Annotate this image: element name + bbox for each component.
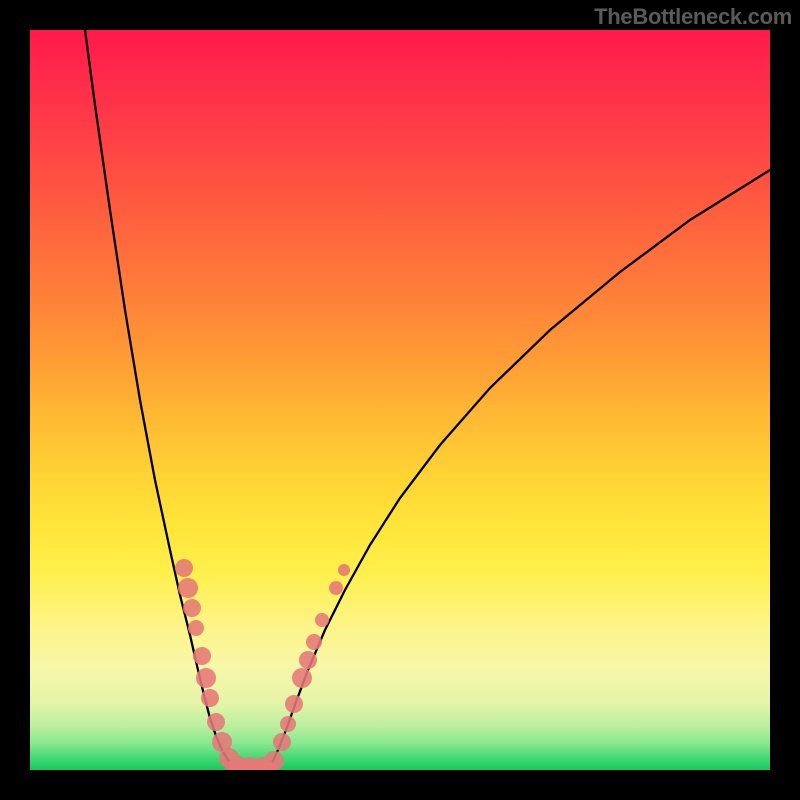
sample-dot (315, 613, 329, 627)
curve-right-branch (270, 170, 770, 767)
sample-dot (207, 713, 225, 731)
curve-layer (30, 30, 770, 770)
sample-dot (292, 668, 312, 688)
sample-dot (338, 564, 350, 576)
sample-dot (178, 578, 198, 598)
curve-left-branch (85, 30, 235, 767)
sample-dot (183, 599, 201, 617)
sample-dot (201, 689, 219, 707)
sample-dot (188, 620, 204, 636)
sample-dot (196, 668, 216, 688)
chart-frame: TheBottleneck.com (0, 0, 800, 800)
sample-dot (280, 716, 296, 732)
sample-dot (329, 581, 343, 595)
sample-dot (299, 651, 317, 669)
plot-area (30, 30, 770, 770)
sample-dot (193, 647, 211, 665)
sample-dot (264, 751, 284, 770)
sample-dot (273, 733, 291, 751)
sample-dots (175, 559, 350, 770)
sample-dot (306, 634, 322, 650)
sample-dot (175, 559, 193, 577)
watermark-text: TheBottleneck.com (594, 4, 792, 30)
sample-dot (285, 695, 303, 713)
